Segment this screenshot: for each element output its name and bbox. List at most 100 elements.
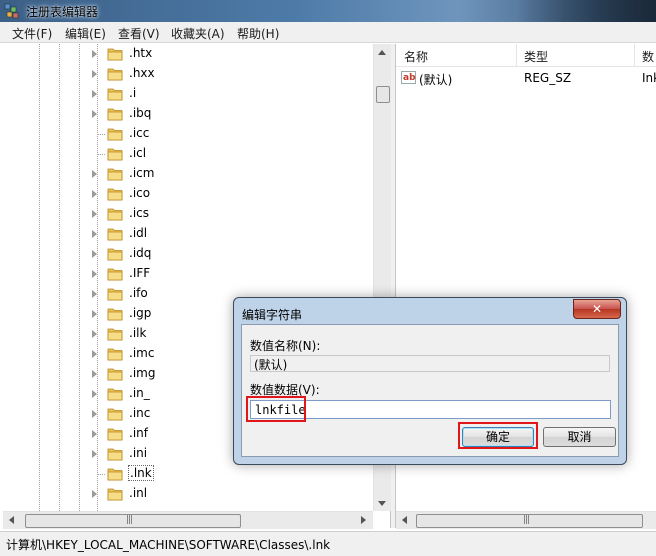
expand-arrow-icon[interactable] <box>92 330 97 338</box>
edit-string-dialog: 编辑字符串 ✕ 数值名称(N): (默认) 数值数据(V): 确定 取消 <box>233 297 627 465</box>
tree-item-label: .IFF <box>129 266 151 280</box>
data-highlight-box <box>246 396 306 422</box>
tree-item[interactable]: .IFF <box>3 264 373 284</box>
tree-item-label: .idl <box>129 226 148 240</box>
folder-icon <box>107 328 123 341</box>
folder-icon <box>107 288 123 301</box>
tree-item[interactable]: .icm <box>3 164 373 184</box>
tree-item-label: .in_ <box>129 386 150 400</box>
tree-item[interactable]: .ico <box>3 184 373 204</box>
scroll-up-arrow-icon[interactable] <box>378 50 386 55</box>
tree-item[interactable]: .ibq <box>3 104 373 124</box>
expand-arrow-icon[interactable] <box>92 490 97 498</box>
tree-item[interactable]: .idl <box>3 224 373 244</box>
scroll-grip-icon: ||| <box>126 515 133 525</box>
tree-connector-line <box>97 474 105 475</box>
expand-arrow-icon[interactable] <box>92 50 97 58</box>
folder-icon <box>107 88 123 101</box>
expand-arrow-icon[interactable] <box>92 90 97 98</box>
tree-item[interactable]: .htx <box>3 44 373 64</box>
expand-arrow-icon[interactable] <box>92 290 97 298</box>
tree-item[interactable]: .hxx <box>3 64 373 84</box>
expand-arrow-icon[interactable] <box>92 390 97 398</box>
tree-item-label: .ini <box>129 446 148 460</box>
expand-arrow-icon[interactable] <box>92 410 97 418</box>
tree-item-label: .ics <box>129 206 149 220</box>
column-type[interactable]: 类型 <box>524 48 548 65</box>
tree-item-label: .ico <box>129 186 151 200</box>
tree-item[interactable]: .icl <box>3 144 373 164</box>
scroll-grip-icon: ||| <box>523 515 530 525</box>
list-horizontal-scroll-thumb[interactable]: ||| <box>416 514 643 528</box>
menu-help[interactable]: 帮助(H) <box>237 25 279 42</box>
expand-arrow-icon[interactable] <box>92 250 97 258</box>
tree-item-label: .ilk <box>129 326 147 340</box>
tree-item-label: .ifo <box>129 286 148 300</box>
status-path: 计算机\HKEY_LOCAL_MACHINE\SOFTWARE\Classes\… <box>6 538 331 552</box>
menu-file[interactable]: 文件(F) <box>12 25 52 42</box>
list-item[interactable]: ab (默认) REG_SZ Ink <box>396 68 656 88</box>
expand-arrow-icon[interactable] <box>92 170 97 178</box>
menu-bar: 文件(F) 编辑(E) 查看(V) 收藏夹(A) 帮助(H) <box>0 22 656 43</box>
folder-icon <box>107 428 123 441</box>
value-type: REG_SZ <box>524 71 572 85</box>
ok-highlight-box <box>458 422 538 449</box>
scroll-down-arrow-icon[interactable] <box>378 501 386 506</box>
tree-item-label: .imc <box>129 346 155 360</box>
tree-connector-line <box>97 154 105 155</box>
value-name-label: 数值名称(N): <box>250 339 321 353</box>
list-horizontal-scrollbar[interactable]: ||| <box>396 511 656 529</box>
window-title: 注册表编辑器 <box>26 5 99 19</box>
folder-icon <box>107 348 123 361</box>
dialog-title: 编辑字符串 <box>242 308 303 322</box>
close-button[interactable]: ✕ <box>573 299 621 319</box>
value-name: (默认) <box>419 73 453 87</box>
list-header: 名称 类型 数 <box>396 44 656 67</box>
value-name-text: (默认) <box>254 358 288 372</box>
tree-item[interactable]: .i <box>3 84 373 104</box>
tree-item[interactable]: .lnk <box>3 464 373 484</box>
scroll-right-arrow-icon[interactable] <box>361 516 366 524</box>
expand-arrow-icon[interactable] <box>92 370 97 378</box>
tree-connector-line <box>97 134 105 135</box>
tree-item-label: .ibq <box>129 106 152 120</box>
column-data[interactable]: 数 <box>642 48 654 65</box>
expand-arrow-icon[interactable] <box>92 70 97 78</box>
folder-icon <box>107 108 123 121</box>
tree-item[interactable]: .idq <box>3 244 373 264</box>
menu-favorites[interactable]: 收藏夹(A) <box>171 25 225 42</box>
folder-icon <box>107 68 123 81</box>
expand-arrow-icon[interactable] <box>92 270 97 278</box>
tree-horizontal-scrollbar[interactable]: ||| <box>3 511 373 529</box>
tree-item[interactable]: .inl <box>3 484 373 504</box>
scroll-left-arrow-icon[interactable] <box>402 516 407 524</box>
expand-arrow-icon[interactable] <box>92 110 97 118</box>
menu-edit[interactable]: 编辑(E) <box>65 25 106 42</box>
tree-item-label: .icm <box>129 166 155 180</box>
cancel-button[interactable]: 取消 <box>543 427 616 447</box>
tree-item-label: .igp <box>129 306 152 320</box>
folder-icon <box>107 368 123 381</box>
value-name-field: (默认) <box>250 355 610 372</box>
expand-arrow-icon[interactable] <box>92 450 97 458</box>
column-name[interactable]: 名称 <box>404 48 428 65</box>
expand-arrow-icon[interactable] <box>92 230 97 238</box>
column-separator[interactable] <box>634 44 635 66</box>
folder-icon <box>107 148 123 161</box>
tree-horizontal-scroll-thumb[interactable]: ||| <box>25 514 241 528</box>
expand-arrow-icon[interactable] <box>92 350 97 358</box>
expand-arrow-icon[interactable] <box>92 310 97 318</box>
column-separator[interactable] <box>516 44 517 66</box>
status-bar: 计算机\HKEY_LOCAL_MACHINE\SOFTWARE\Classes\… <box>0 531 656 556</box>
tree-vertical-scroll-thumb[interactable] <box>376 86 390 103</box>
tree-item[interactable]: .icc <box>3 124 373 144</box>
menu-view[interactable]: 查看(V) <box>118 25 160 42</box>
scroll-left-arrow-icon[interactable] <box>9 516 14 524</box>
tree-item[interactable]: .ics <box>3 204 373 224</box>
folder-icon <box>107 48 123 61</box>
expand-arrow-icon[interactable] <box>92 430 97 438</box>
expand-arrow-icon[interactable] <box>92 210 97 218</box>
folder-icon <box>107 448 123 461</box>
tree-item-label: .inf <box>129 426 148 440</box>
expand-arrow-icon[interactable] <box>92 190 97 198</box>
